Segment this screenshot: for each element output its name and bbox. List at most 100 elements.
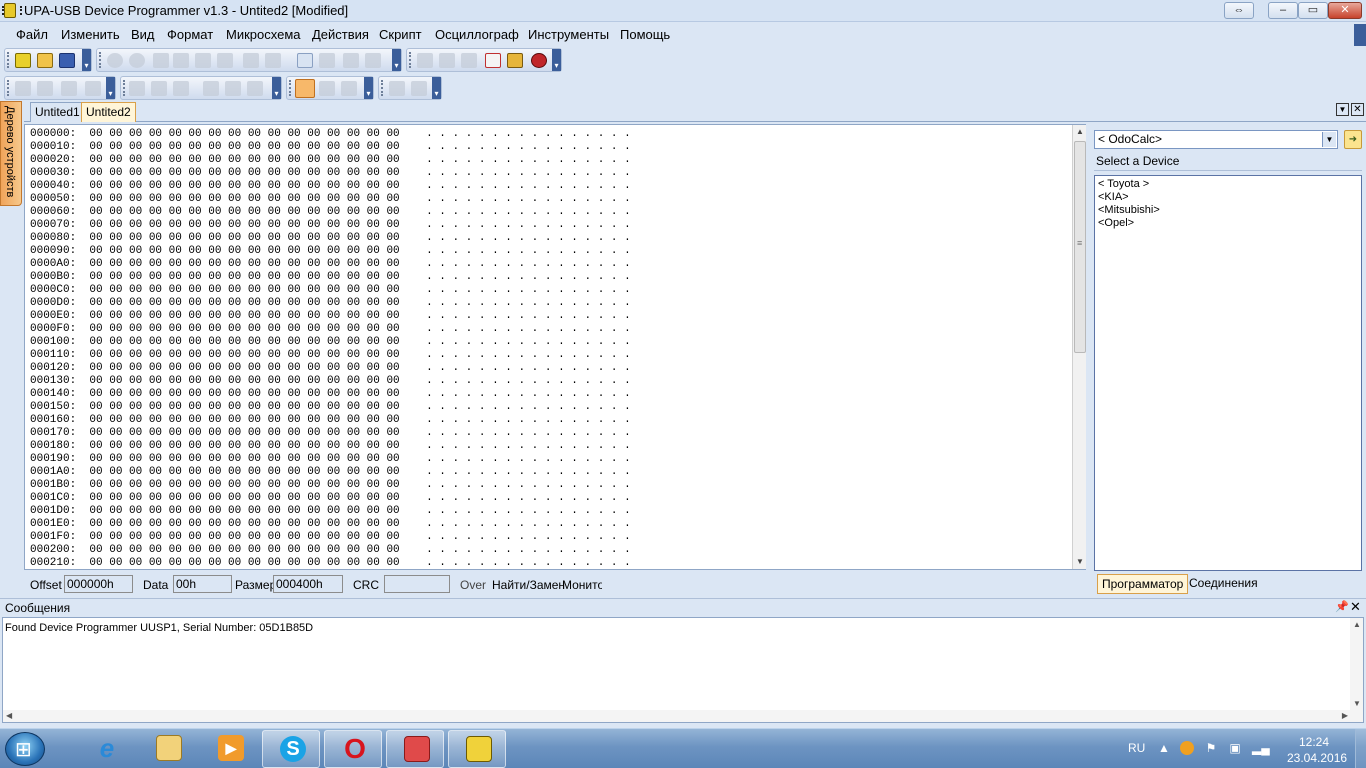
menu-edit[interactable]: Изменить: [61, 27, 120, 42]
toolbar-options-icon[interactable]: ▾: [106, 77, 115, 99]
play-icon[interactable]: [389, 81, 405, 96]
forward-icon[interactable]: [129, 53, 145, 68]
scroll-down-icon[interactable]: ▼: [1353, 699, 1361, 708]
hex-editor[interactable]: 000000: 00 00 00 00 00 00 00 00 00 00 00…: [24, 124, 1086, 570]
list-item-kia[interactable]: <KIA>: [1098, 191, 1129, 204]
zoom-region-icon[interactable]: [319, 81, 335, 96]
show-hidden-icons-icon[interactable]: ▲: [1157, 741, 1171, 755]
messages-horizontal-scrollbar[interactable]: ◀ ▶: [3, 710, 1351, 722]
replace-icon[interactable]: [265, 53, 281, 68]
eraser-icon[interactable]: [485, 53, 501, 68]
action-center-flag-icon[interactable]: ⚑: [1204, 741, 1218, 755]
back-icon[interactable]: [107, 53, 123, 68]
toolbar-grip[interactable]: [123, 80, 126, 96]
hex-row[interactable]: 000180: 00 00 00 00 00 00 00 00 00 00 00…: [30, 440, 631, 453]
tab-list-icon[interactable]: ▼: [1336, 103, 1349, 116]
align-right-icon[interactable]: [247, 81, 263, 96]
hex-row[interactable]: 000150: 00 00 00 00 00 00 00 00 00 00 00…: [30, 401, 631, 414]
list-item-mitsubishi[interactable]: <Mitsubishi>: [1098, 204, 1160, 217]
list-item-toyota[interactable]: < Toyota >: [1098, 178, 1149, 191]
explorer-icon[interactable]: [139, 730, 197, 768]
chip-2-icon[interactable]: [439, 53, 455, 68]
hex-row[interactable]: 0001E0: 00 00 00 00 00 00 00 00 00 00 00…: [30, 518, 631, 531]
scroll-thumb[interactable]: [1074, 141, 1086, 353]
hex-row[interactable]: 000090: 00 00 00 00 00 00 00 00 00 00 00…: [30, 245, 631, 258]
copy-icon[interactable]: [173, 53, 189, 68]
start-button[interactable]: [5, 732, 45, 766]
menu-actions[interactable]: Действия: [312, 27, 369, 42]
menu-script[interactable]: Скрипт: [379, 27, 422, 42]
hex-row[interactable]: 000210: 00 00 00 00 00 00 00 00 00 00 00…: [30, 557, 631, 569]
chevron-down-icon[interactable]: ▼: [1322, 132, 1336, 147]
hex-row[interactable]: 000030: 00 00 00 00 00 00 00 00 00 00 00…: [30, 167, 631, 180]
menu-view[interactable]: Вид: [131, 27, 155, 42]
hex-row[interactable]: 000010: 00 00 00 00 00 00 00 00 00 00 00…: [30, 141, 631, 154]
tab-untited1[interactable]: Untited1: [30, 102, 85, 122]
bug-icon[interactable]: [531, 53, 547, 68]
ie-icon[interactable]: e: [77, 730, 135, 768]
binary-icon[interactable]: [319, 53, 335, 68]
hex-row[interactable]: 0001B0: 00 00 00 00 00 00 00 00 00 00 00…: [30, 479, 631, 492]
hex-row[interactable]: 000190: 00 00 00 00 00 00 00 00 00 00 00…: [30, 453, 631, 466]
scroll-up-icon[interactable]: ▲: [1073, 125, 1087, 139]
stop-icon[interactable]: [411, 81, 427, 96]
tab-programmer[interactable]: Программатор: [1097, 574, 1189, 594]
hex-row[interactable]: 0001A0: 00 00 00 00 00 00 00 00 00 00 00…: [30, 466, 631, 479]
menu-file[interactable]: Файл: [16, 27, 48, 42]
refresh-icon[interactable]: [365, 53, 381, 68]
resize-icon[interactable]: ⇔: [1224, 2, 1254, 19]
list-item-opel[interactable]: <Opel>: [1098, 217, 1134, 230]
tab-close-icon[interactable]: ✕: [1351, 103, 1364, 116]
toolbar-options-icon[interactable]: ▾: [552, 49, 561, 71]
device-category-select[interactable]: < OdoCalc> ▼: [1094, 130, 1338, 149]
scroll-left-icon[interactable]: ◀: [6, 711, 12, 720]
chip-icon[interactable]: [417, 53, 433, 68]
upa-chip-icon[interactable]: [448, 730, 506, 768]
device-tree-tab[interactable]: Дерево устройств: [0, 101, 22, 206]
page-icon[interactable]: [297, 53, 313, 68]
fit-icon[interactable]: [61, 81, 77, 96]
scroll-right-icon[interactable]: ▶: [1342, 711, 1348, 720]
cut-icon[interactable]: [153, 53, 169, 68]
hex-row[interactable]: 0001D0: 00 00 00 00 00 00 00 00 00 00 00…: [30, 505, 631, 518]
hex-row[interactable]: 000020: 00 00 00 00 00 00 00 00 00 00 00…: [30, 154, 631, 167]
hex-row[interactable]: 0000B0: 00 00 00 00 00 00 00 00 00 00 00…: [30, 271, 631, 284]
device-list[interactable]: < Toyota > <KIA> <Mitsubishi> <Opel>: [1094, 175, 1362, 571]
minimize-button[interactable]: –: [1268, 2, 1298, 19]
hex-row[interactable]: 0000E0: 00 00 00 00 00 00 00 00 00 00 00…: [30, 310, 631, 323]
clock-date[interactable]: 23.04.2016: [1287, 751, 1347, 765]
hex-row[interactable]: 0000F0: 00 00 00 00 00 00 00 00 00 00 00…: [30, 323, 631, 336]
hex-row[interactable]: 000040: 00 00 00 00 00 00 00 00 00 00 00…: [30, 180, 631, 193]
menu-overflow-button[interactable]: [1354, 24, 1366, 46]
hex-row[interactable]: 0000A0: 00 00 00 00 00 00 00 00 00 00 00…: [30, 258, 631, 271]
find-icon[interactable]: [243, 53, 259, 68]
media-player-icon[interactable]: ▶: [201, 730, 259, 768]
menu-oscilloscope[interactable]: Осциллограф: [435, 27, 519, 42]
toolbar-grip[interactable]: [409, 52, 412, 68]
toolbar-options-icon[interactable]: ▾: [392, 49, 401, 71]
hex-row[interactable]: 0000C0: 00 00 00 00 00 00 00 00 00 00 00…: [30, 284, 631, 297]
device-icon[interactable]: ▣: [1228, 741, 1242, 755]
hex-row[interactable]: 000100: 00 00 00 00 00 00 00 00 00 00 00…: [30, 336, 631, 349]
zoom-in-icon[interactable]: [15, 81, 31, 96]
hex-row[interactable]: 000050: 00 00 00 00 00 00 00 00 00 00 00…: [30, 193, 631, 206]
toolbar-options-icon[interactable]: ▾: [82, 49, 91, 71]
toolbar-grip[interactable]: [7, 52, 10, 68]
italic-icon[interactable]: [151, 81, 167, 96]
toolbar-options-icon[interactable]: ▾: [364, 77, 373, 99]
hex-row[interactable]: 000060: 00 00 00 00 00 00 00 00 00 00 00…: [30, 206, 631, 219]
toolbar-options-icon[interactable]: ▾: [432, 77, 441, 99]
hex-row[interactable]: 000000: 00 00 00 00 00 00 00 00 00 00 00…: [30, 128, 631, 141]
scroll-up-icon[interactable]: ▲: [1353, 620, 1361, 629]
hex-vertical-scrollbar[interactable]: ▲ ▼: [1072, 125, 1086, 569]
new-icon[interactable]: [15, 53, 31, 68]
open-script-button[interactable]: ➜: [1344, 130, 1362, 149]
toolbar-grip[interactable]: [7, 80, 10, 96]
measure-icon[interactable]: [341, 81, 357, 96]
hex-row[interactable]: 0001C0: 00 00 00 00 00 00 00 00 00 00 00…: [30, 492, 631, 505]
language-indicator[interactable]: RU: [1128, 741, 1145, 755]
hex-row[interactable]: 0000D0: 00 00 00 00 00 00 00 00 00 00 00…: [30, 297, 631, 310]
clock-time[interactable]: 12:24: [1299, 735, 1329, 749]
bold-icon[interactable]: [129, 81, 145, 96]
close-button[interactable]: ✕: [1328, 2, 1362, 19]
